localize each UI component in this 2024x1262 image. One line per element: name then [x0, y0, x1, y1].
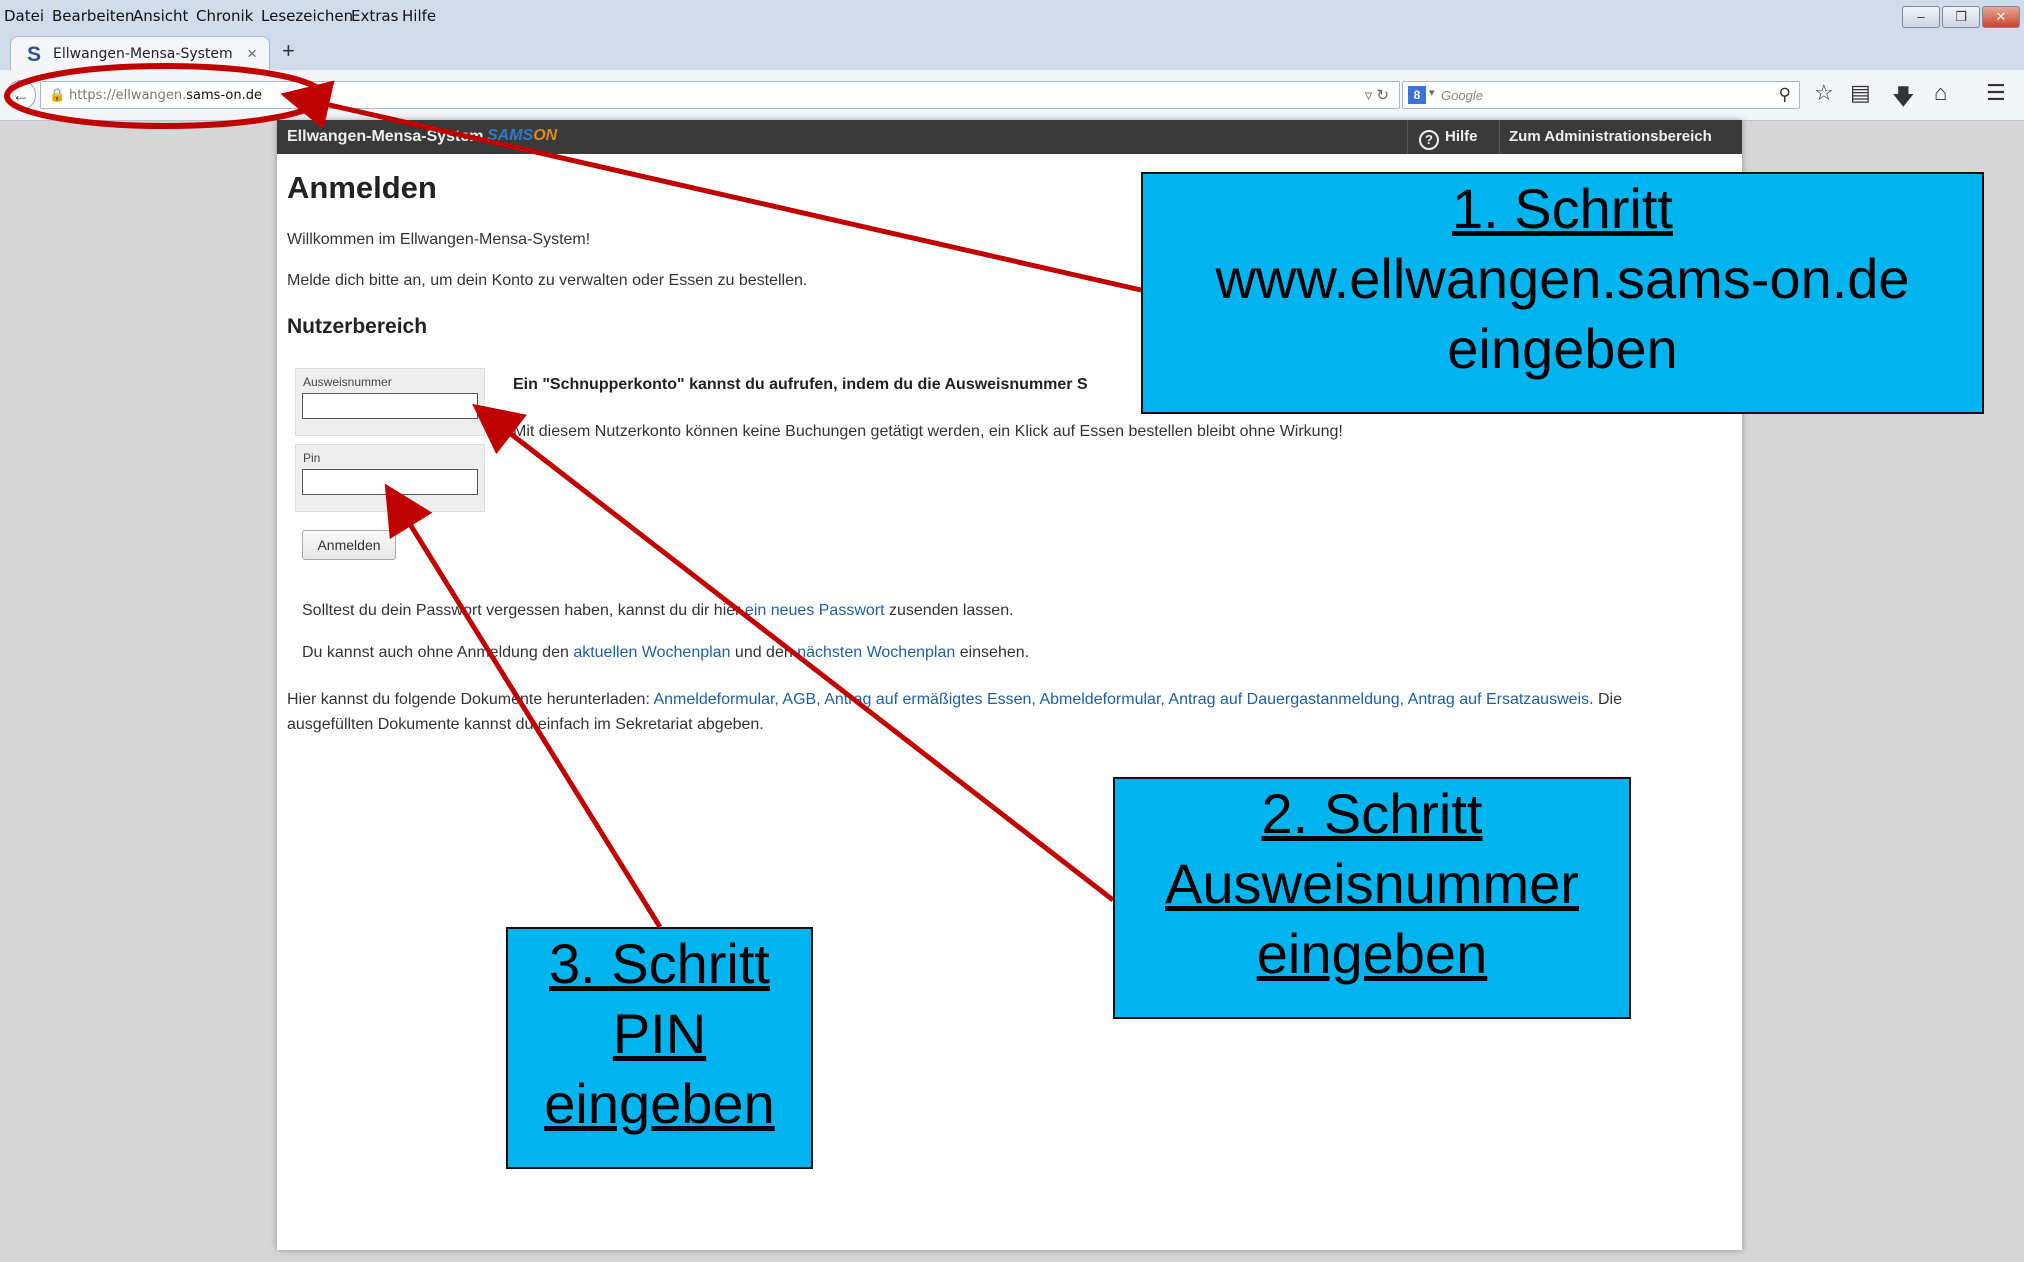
- step3-arrow: [384, 483, 663, 929]
- step1-arrow: [280, 80, 1142, 293]
- url-highlight-ellipse: [4, 63, 326, 129]
- step2-arrow: [472, 403, 1115, 902]
- annotation-overlay: [4, 63, 1142, 929]
